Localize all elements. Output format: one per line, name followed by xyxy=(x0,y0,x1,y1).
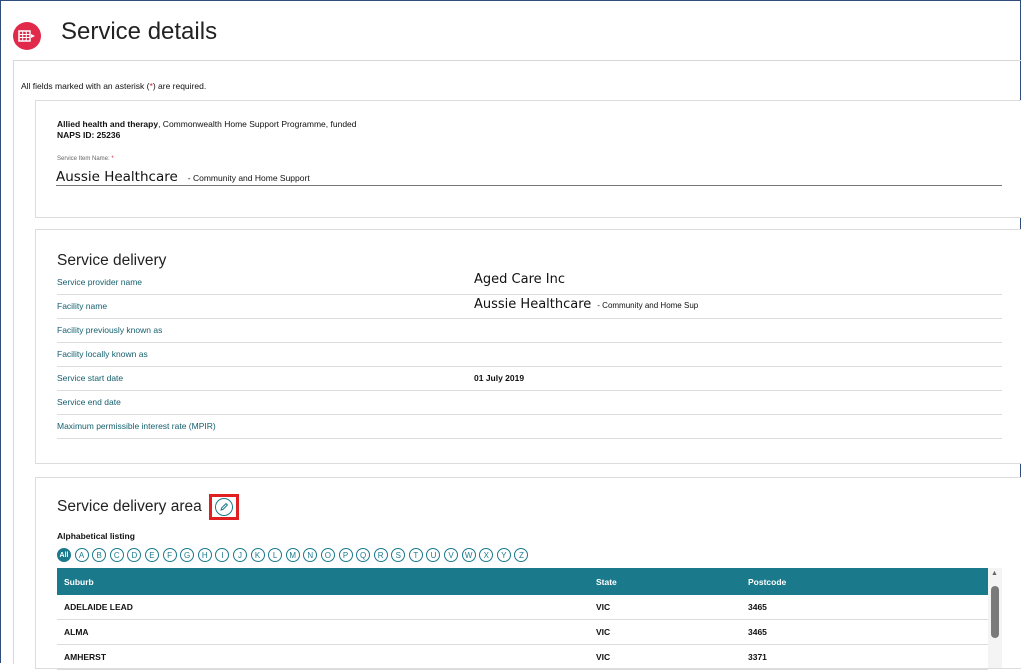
letter-filter-b[interactable]: B xyxy=(92,548,107,562)
detail-label: Facility locally known as xyxy=(57,349,148,359)
letter-filter-r[interactable]: R xyxy=(373,548,388,562)
service-item-name-suffix: - Community and Home Support xyxy=(187,173,310,183)
detail-row-previously-known: Facility previously known as xyxy=(57,318,1002,343)
chevron-up-icon[interactable]: ▲ xyxy=(991,570,998,577)
cell-postcode: 3371 xyxy=(741,644,988,670)
required-fields-note: All fields marked with an asterisk (*) a… xyxy=(21,81,207,91)
page-title: Service details xyxy=(61,18,218,45)
detail-label: Maximum permissible interest rate (MPIR) xyxy=(57,421,216,431)
letter-filter-x[interactable]: X xyxy=(479,548,494,562)
letter-filter-d[interactable]: D xyxy=(127,548,142,562)
cell-suburb: ADELAIDE LEAD xyxy=(57,595,589,620)
suburb-table-wrapper: Suburb State Postcode ADELAIDE LEAD VIC … xyxy=(57,568,988,670)
cell-postcode: 3465 xyxy=(741,619,988,645)
detail-label: Service provider name xyxy=(57,277,143,287)
table-row[interactable]: ADELAIDE LEAD VIC 3465 xyxy=(57,595,988,620)
service-item-name-value: Aussie Healthcare xyxy=(56,169,178,185)
service-grid-icon xyxy=(13,22,41,50)
cell-state: VIC xyxy=(589,619,741,645)
letter-filter-g[interactable]: G xyxy=(180,548,195,562)
detail-value: Aged Care Inc xyxy=(474,272,565,287)
detail-value: 01 July 2019 xyxy=(474,373,525,383)
content-border xyxy=(13,60,14,664)
letter-filter-j[interactable]: J xyxy=(232,548,247,562)
letter-filter-w[interactable]: W xyxy=(461,548,476,562)
detail-label: Facility previously known as xyxy=(57,325,163,335)
detail-row-mpir: Maximum permissible interest rate (MPIR) xyxy=(57,414,1002,439)
detail-row-provider: Service provider name Aged Care Inc xyxy=(57,270,1002,295)
letter-filter-o[interactable]: O xyxy=(320,548,335,562)
edit-highlight-box xyxy=(209,494,239,520)
scrollbar-thumb[interactable] xyxy=(991,586,999,638)
service-delivery-area-title: Service delivery area xyxy=(57,498,202,515)
letter-filter-m[interactable]: M xyxy=(285,548,300,562)
letter-filter-y[interactable]: Y xyxy=(496,548,511,562)
letter-filter-n[interactable]: N xyxy=(303,548,318,562)
table-header-row: Suburb State Postcode xyxy=(57,568,988,595)
detail-row-end-date: Service end date xyxy=(57,390,1002,415)
table-row[interactable]: AMHERST VIC 3371 xyxy=(57,644,988,670)
letter-filter-all[interactable]: All xyxy=(57,548,71,562)
cell-state: VIC xyxy=(589,595,741,620)
letter-filter-v[interactable]: V xyxy=(444,548,459,562)
pencil-icon[interactable] xyxy=(215,498,233,516)
cell-suburb: AMHERST xyxy=(57,644,589,670)
service-item-name-field[interactable]: Aussie Healthcare - Community and Home Su… xyxy=(56,168,1002,186)
letter-filter-l[interactable]: L xyxy=(268,548,283,562)
detail-row-facility: Facility name Aussie Healthcare - Communi… xyxy=(57,294,1002,319)
letter-filter-h[interactable]: H xyxy=(197,548,212,562)
alphabetical-listing-label: Alphabetical listing xyxy=(57,531,135,541)
detail-row-locally-known: Facility locally known as xyxy=(57,342,1002,367)
column-header-postcode[interactable]: Postcode xyxy=(741,568,988,595)
service-delivery-panel: Service delivery Service provider name A… xyxy=(35,229,1021,464)
title-divider xyxy=(13,60,1021,61)
alphabet-filter: All A B C D E F G H I J K L M N O P Q R … xyxy=(57,548,529,562)
cell-postcode: 3465 xyxy=(741,595,988,620)
detail-value: Aussie Healthcare - Community and Home Su… xyxy=(474,297,699,312)
letter-filter-t[interactable]: T xyxy=(408,548,423,562)
naps-id: NAPS ID: 25236 xyxy=(57,130,121,140)
letter-filter-k[interactable]: K xyxy=(250,548,265,562)
column-header-suburb[interactable]: Suburb xyxy=(57,568,589,595)
service-delivery-area-panel: Service delivery area Alphabetical listi… xyxy=(35,477,1021,670)
service-item-name-label: Service Item Name: * xyxy=(57,156,114,162)
cell-state: VIC xyxy=(589,644,741,670)
column-header-state[interactable]: State xyxy=(589,568,741,595)
detail-label: Service end date xyxy=(57,397,121,407)
service-delivery-title: Service delivery xyxy=(57,252,167,269)
cell-suburb: ALMA xyxy=(57,619,589,645)
table-scrollbar[interactable]: ▲ xyxy=(988,568,1002,668)
detail-row-start-date: Service start date 01 July 2019 xyxy=(57,366,1002,391)
letter-filter-s[interactable]: S xyxy=(391,548,406,562)
letter-filter-z[interactable]: Z xyxy=(514,548,529,562)
detail-label: Service start date xyxy=(57,373,124,383)
letter-filter-q[interactable]: Q xyxy=(356,548,371,562)
letter-filter-f[interactable]: F xyxy=(162,548,177,562)
detail-label: Facility name xyxy=(57,301,108,311)
letter-filter-c[interactable]: C xyxy=(109,548,124,562)
letter-filter-e[interactable]: E xyxy=(144,548,159,562)
service-type: Allied health and therapy, Commonwealth … xyxy=(57,119,357,129)
suburb-table: Suburb State Postcode ADELAIDE LEAD VIC … xyxy=(57,568,988,670)
service-summary-panel: Allied health and therapy, Commonwealth … xyxy=(35,100,1021,218)
table-row[interactable]: ALMA VIC 3465 xyxy=(57,619,988,645)
letter-filter-p[interactable]: P xyxy=(338,548,353,562)
letter-filter-a[interactable]: A xyxy=(74,548,89,562)
letter-filter-u[interactable]: U xyxy=(426,548,441,562)
letter-filter-i[interactable]: I xyxy=(215,548,230,562)
